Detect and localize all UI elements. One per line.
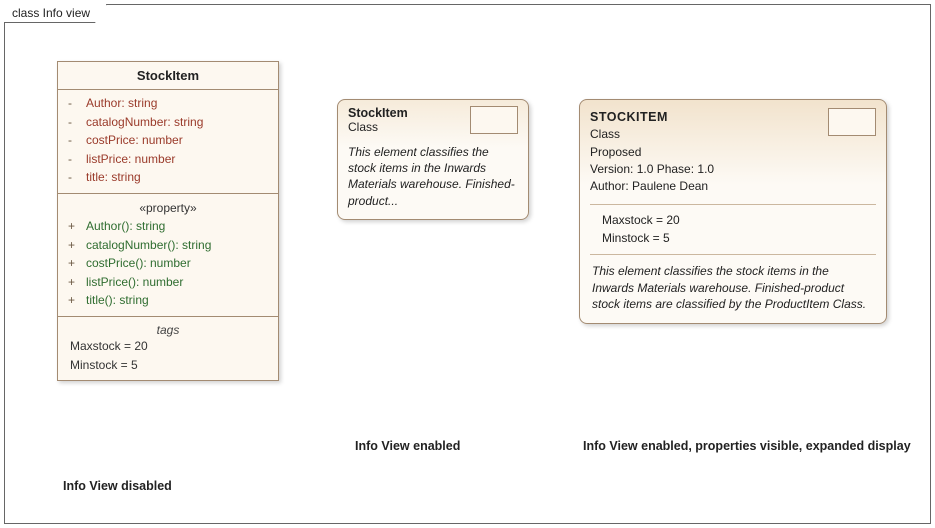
uml-attribute: - catalogNumber: string: [68, 113, 268, 132]
info-xl-status: Proposed: [590, 144, 714, 161]
element-swatch-icon: [828, 108, 876, 136]
uml-tags: tags Maxstock = 20 Minstock = 5: [58, 317, 278, 380]
uml-operation: + Author(): string: [68, 217, 268, 236]
info-xl-header: STOCKITEM Class Proposed Version: 1.0 Ph…: [590, 108, 876, 196]
info-view-card-expanded: STOCKITEM Class Proposed Version: 1.0 Ph…: [579, 99, 887, 324]
uml-attribute: - Author: string: [68, 94, 268, 113]
info-card-type: Class: [348, 120, 408, 134]
uml-tag: Minstock = 5: [68, 356, 268, 375]
info-xl-type: Class: [590, 126, 714, 143]
uml-operation: + catalogNumber(): string: [68, 236, 268, 255]
diagram-canvas: StockItem - Author: string - catalogNumb…: [23, 39, 912, 505]
uml-stereotype: «property»: [68, 198, 268, 217]
uml-attribute: - costPrice: number: [68, 131, 268, 150]
uml-operation: + costPrice(): number: [68, 254, 268, 273]
uml-operation: + title(): string: [68, 291, 268, 310]
uml-operation: + listPrice(): number: [68, 273, 268, 292]
info-xl-description: This element classifies the stock items …: [590, 261, 876, 313]
uml-class-stockitem: StockItem - Author: string - catalogNumb…: [57, 61, 279, 381]
diagram-frame: class Info view StockItem - Author: stri…: [4, 4, 931, 524]
info-xl-tag: Minstock = 5: [602, 229, 872, 248]
caption-disabled: Info View disabled: [63, 479, 172, 493]
info-xl-name: STOCKITEM: [590, 108, 714, 126]
info-xl-tags: Maxstock = 20 Minstock = 5: [590, 204, 876, 255]
uml-class-name: StockItem: [58, 62, 278, 90]
uml-tags-heading: tags: [68, 321, 268, 337]
info-xl-version: Version: 1.0 Phase: 1.0: [590, 161, 714, 178]
info-view-card: StockItem Class This element classifies …: [337, 99, 529, 220]
uml-attribute: - listPrice: number: [68, 150, 268, 169]
info-card-description: This element classifies the stock items …: [338, 138, 528, 219]
caption-expanded: Info View enabled, properties visible, e…: [583, 439, 911, 453]
uml-operations: «property» + Author(): string + catalogN…: [58, 194, 278, 317]
uml-attributes: - Author: string - catalogNumber: string…: [58, 90, 278, 194]
uml-attribute: - title: string: [68, 168, 268, 187]
info-xl-tag: Maxstock = 20: [602, 211, 872, 230]
info-xl-author: Author: Paulene Dean: [590, 178, 714, 195]
info-card-name: StockItem: [348, 106, 408, 120]
caption-enabled: Info View enabled: [355, 439, 460, 453]
frame-title: class Info view: [4, 4, 107, 23]
element-swatch-icon: [470, 106, 518, 134]
info-card-header: StockItem Class: [338, 100, 528, 138]
uml-tag: Maxstock = 20: [68, 337, 268, 356]
